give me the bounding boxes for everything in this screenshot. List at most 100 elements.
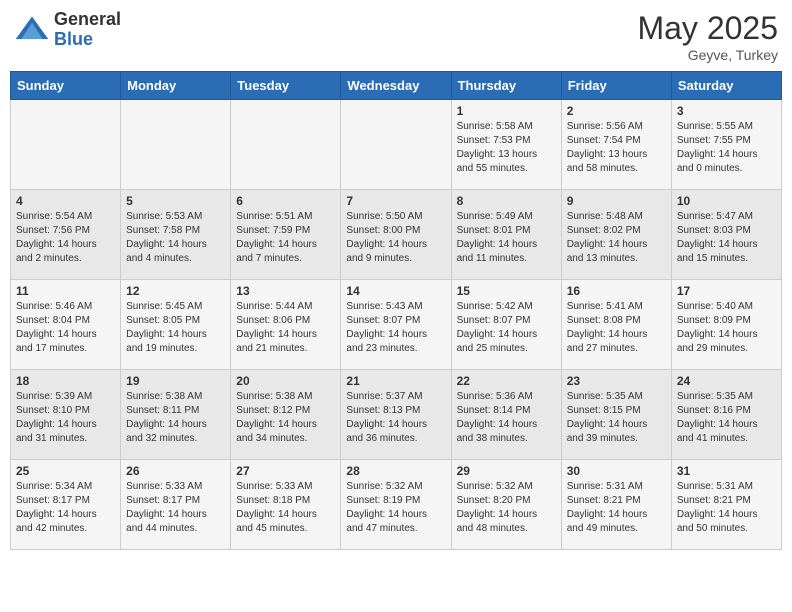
calendar-cell: 30 Sunrise: 5:31 AM Sunset: 8:21 PM Dayli… bbox=[561, 460, 671, 550]
calendar-cell: 5Sunrise: 5:53 AM Sunset: 7:58 PM Daylig… bbox=[121, 190, 231, 280]
day-header-saturday: Saturday bbox=[671, 72, 781, 100]
calendar-cell: 23 Sunrise: 5:35 AM Sunset: 8:15 PM Dayli… bbox=[561, 370, 671, 460]
calendar-cell bbox=[341, 100, 451, 190]
day-number: 12 bbox=[126, 284, 225, 298]
day-number: 31 bbox=[677, 464, 776, 478]
calendar-cell: 13 Sunrise: 5:44 AM Sunset: 8:06 PM Dayli… bbox=[231, 280, 341, 370]
day-number: 1 bbox=[457, 104, 556, 118]
calendar-cell bbox=[121, 100, 231, 190]
days-header-row: SundayMondayTuesdayWednesdayThursdayFrid… bbox=[11, 72, 782, 100]
cell-content: Sunrise: 5:35 AM Sunset: 8:15 PM Dayligh… bbox=[567, 390, 666, 446]
cell-content: Sunrise: 5:45 AM Sunset: 8:05 PM Dayligh… bbox=[126, 300, 225, 356]
calendar-cell: 28 Sunrise: 5:32 AM Sunset: 8:19 PM Dayli… bbox=[341, 460, 451, 550]
calendar-cell: 16 Sunrise: 5:41 AM Sunset: 8:08 PM Dayli… bbox=[561, 280, 671, 370]
calendar-cell: 31 Sunrise: 5:31 AM Sunset: 8:21 PM Dayli… bbox=[671, 460, 781, 550]
calendar-cell: 22Sunrise: 5:36 AM Sunset: 8:14 PM Dayli… bbox=[451, 370, 561, 460]
cell-content: Sunrise: 5:35 AM Sunset: 8:16 PM Dayligh… bbox=[677, 390, 776, 446]
week-row-2: 4 Sunrise: 5:54 AM Sunset: 7:56 PM Daylig… bbox=[11, 190, 782, 280]
day-number: 13 bbox=[236, 284, 335, 298]
cell-content: Sunrise: 5:54 AM Sunset: 7:56 PM Dayligh… bbox=[16, 210, 115, 266]
logo-text: General Blue bbox=[54, 10, 121, 50]
calendar-cell: 19 Sunrise: 5:38 AM Sunset: 8:11 PM Dayli… bbox=[121, 370, 231, 460]
week-row-3: 11Sunrise: 5:46 AM Sunset: 8:04 PM Dayli… bbox=[11, 280, 782, 370]
calendar-cell: 2Sunrise: 5:56 AM Sunset: 7:54 PM Daylig… bbox=[561, 100, 671, 190]
calendar-cell: 20Sunrise: 5:38 AM Sunset: 8:12 PM Dayli… bbox=[231, 370, 341, 460]
calendar-cell: 15 Sunrise: 5:42 AM Sunset: 8:07 PM Dayli… bbox=[451, 280, 561, 370]
day-number: 16 bbox=[567, 284, 666, 298]
week-row-4: 18Sunrise: 5:39 AM Sunset: 8:10 PM Dayli… bbox=[11, 370, 782, 460]
day-number: 26 bbox=[126, 464, 225, 478]
logo-general: General bbox=[54, 10, 121, 30]
page-header: General Blue May 2025 Geyve, Turkey bbox=[10, 10, 782, 63]
cell-content: Sunrise: 5:32 AM Sunset: 8:19 PM Dayligh… bbox=[346, 480, 445, 536]
calendar-cell: 25Sunrise: 5:34 AM Sunset: 8:17 PM Dayli… bbox=[11, 460, 121, 550]
calendar-cell: 14Sunrise: 5:43 AM Sunset: 8:07 PM Dayli… bbox=[341, 280, 451, 370]
cell-content: Sunrise: 5:37 AM Sunset: 8:13 PM Dayligh… bbox=[346, 390, 445, 446]
day-number: 19 bbox=[126, 374, 225, 388]
day-number: 23 bbox=[567, 374, 666, 388]
cell-content: Sunrise: 5:42 AM Sunset: 8:07 PM Dayligh… bbox=[457, 300, 556, 356]
day-header-thursday: Thursday bbox=[451, 72, 561, 100]
day-number: 28 bbox=[346, 464, 445, 478]
week-row-5: 25Sunrise: 5:34 AM Sunset: 8:17 PM Dayli… bbox=[11, 460, 782, 550]
location: Geyve, Turkey bbox=[637, 47, 778, 63]
day-number: 27 bbox=[236, 464, 335, 478]
cell-content: Sunrise: 5:44 AM Sunset: 8:06 PM Dayligh… bbox=[236, 300, 335, 356]
day-number: 9 bbox=[567, 194, 666, 208]
cell-content: Sunrise: 5:38 AM Sunset: 8:11 PM Dayligh… bbox=[126, 390, 225, 446]
cell-content: Sunrise: 5:47 AM Sunset: 8:03 PM Dayligh… bbox=[677, 210, 776, 266]
cell-content: Sunrise: 5:33 AM Sunset: 8:18 PM Dayligh… bbox=[236, 480, 335, 536]
day-number: 2 bbox=[567, 104, 666, 118]
day-number: 22 bbox=[457, 374, 556, 388]
cell-content: Sunrise: 5:46 AM Sunset: 8:04 PM Dayligh… bbox=[16, 300, 115, 356]
week-row-1: 1 Sunrise: 5:58 AM Sunset: 7:53 PM Daylig… bbox=[11, 100, 782, 190]
logo: General Blue bbox=[14, 10, 121, 50]
logo-icon bbox=[14, 12, 50, 48]
day-number: 10 bbox=[677, 194, 776, 208]
day-header-wednesday: Wednesday bbox=[341, 72, 451, 100]
calendar-cell: 6 Sunrise: 5:51 AM Sunset: 7:59 PM Daylig… bbox=[231, 190, 341, 280]
cell-content: Sunrise: 5:31 AM Sunset: 8:21 PM Dayligh… bbox=[567, 480, 666, 536]
cell-content: Sunrise: 5:51 AM Sunset: 7:59 PM Dayligh… bbox=[236, 210, 335, 266]
calendar-cell bbox=[11, 100, 121, 190]
calendar-table: SundayMondayTuesdayWednesdayThursdayFrid… bbox=[10, 71, 782, 550]
calendar-cell: 10 Sunrise: 5:47 AM Sunset: 8:03 PM Dayli… bbox=[671, 190, 781, 280]
cell-content: Sunrise: 5:48 AM Sunset: 8:02 PM Dayligh… bbox=[567, 210, 666, 266]
calendar-cell: 27 Sunrise: 5:33 AM Sunset: 8:18 PM Dayli… bbox=[231, 460, 341, 550]
day-number: 18 bbox=[16, 374, 115, 388]
cell-content: Sunrise: 5:33 AM Sunset: 8:17 PM Dayligh… bbox=[126, 480, 225, 536]
day-number: 24 bbox=[677, 374, 776, 388]
cell-content: Sunrise: 5:31 AM Sunset: 8:21 PM Dayligh… bbox=[677, 480, 776, 536]
day-header-sunday: Sunday bbox=[11, 72, 121, 100]
calendar-cell: 24 Sunrise: 5:35 AM Sunset: 8:16 PM Dayli… bbox=[671, 370, 781, 460]
day-number: 3 bbox=[677, 104, 776, 118]
calendar-cell: 21 Sunrise: 5:37 AM Sunset: 8:13 PM Dayli… bbox=[341, 370, 451, 460]
day-number: 20 bbox=[236, 374, 335, 388]
calendar-cell: 4 Sunrise: 5:54 AM Sunset: 7:56 PM Daylig… bbox=[11, 190, 121, 280]
calendar-cell: 12 Sunrise: 5:45 AM Sunset: 8:05 PM Dayli… bbox=[121, 280, 231, 370]
day-header-monday: Monday bbox=[121, 72, 231, 100]
calendar-cell: 26 Sunrise: 5:33 AM Sunset: 8:17 PM Dayli… bbox=[121, 460, 231, 550]
day-number: 4 bbox=[16, 194, 115, 208]
calendar-cell: 11Sunrise: 5:46 AM Sunset: 8:04 PM Dayli… bbox=[11, 280, 121, 370]
cell-content: Sunrise: 5:50 AM Sunset: 8:00 PM Dayligh… bbox=[346, 210, 445, 266]
cell-content: Sunrise: 5:58 AM Sunset: 7:53 PM Dayligh… bbox=[457, 120, 556, 176]
cell-content: Sunrise: 5:41 AM Sunset: 8:08 PM Dayligh… bbox=[567, 300, 666, 356]
cell-content: Sunrise: 5:34 AM Sunset: 8:17 PM Dayligh… bbox=[16, 480, 115, 536]
cell-content: Sunrise: 5:40 AM Sunset: 8:09 PM Dayligh… bbox=[677, 300, 776, 356]
day-number: 21 bbox=[346, 374, 445, 388]
day-header-tuesday: Tuesday bbox=[231, 72, 341, 100]
calendar-cell: 29Sunrise: 5:32 AM Sunset: 8:20 PM Dayli… bbox=[451, 460, 561, 550]
logo-blue: Blue bbox=[54, 30, 121, 50]
calendar-cell: 8Sunrise: 5:49 AM Sunset: 8:01 PM Daylig… bbox=[451, 190, 561, 280]
month-year: May 2025 bbox=[637, 10, 778, 47]
calendar-cell: 7Sunrise: 5:50 AM Sunset: 8:00 PM Daylig… bbox=[341, 190, 451, 280]
day-number: 5 bbox=[126, 194, 225, 208]
calendar-cell: 9 Sunrise: 5:48 AM Sunset: 8:02 PM Daylig… bbox=[561, 190, 671, 280]
calendar-cell: 18Sunrise: 5:39 AM Sunset: 8:10 PM Dayli… bbox=[11, 370, 121, 460]
calendar-cell bbox=[231, 100, 341, 190]
day-number: 6 bbox=[236, 194, 335, 208]
day-number: 15 bbox=[457, 284, 556, 298]
day-number: 30 bbox=[567, 464, 666, 478]
title-block: May 2025 Geyve, Turkey bbox=[637, 10, 778, 63]
